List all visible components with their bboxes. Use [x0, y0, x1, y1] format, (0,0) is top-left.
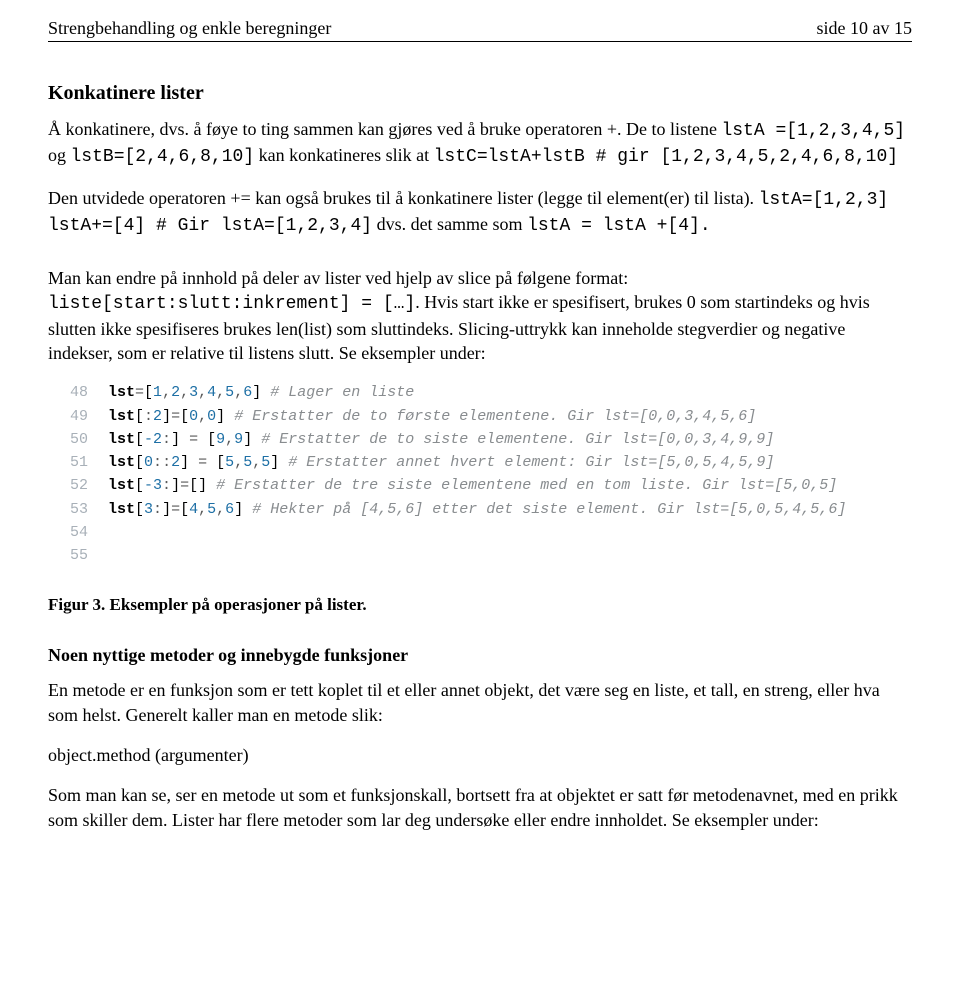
paragraph-3: Man kan endre på innhold på deler av lis…	[48, 266, 912, 365]
code-line: 52lst[-3:]=[] # Erstatter de tre siste e…	[48, 474, 912, 497]
text: kan konkatineres slik at	[254, 145, 433, 165]
code-line: 50lst[-2:] = [9,9] # Erstatter de to sis…	[48, 428, 912, 451]
line-number: 52	[48, 474, 108, 497]
code-line: 49lst[:2]=[0,0] # Erstatter de to første…	[48, 405, 912, 428]
text: og	[48, 145, 71, 165]
code-content: lst[0::2] = [5,5,5] # Erstatter annet hv…	[108, 451, 912, 474]
text: dvs. det samme som	[372, 214, 527, 234]
text: Man kan endre på innhold på deler av lis…	[48, 268, 628, 288]
code-inline: liste[start:slutt:inkrement] = […]	[48, 294, 415, 314]
code-line: 55	[48, 544, 912, 567]
paragraph-1: Å konkatinere, dvs. å føye to ting samme…	[48, 117, 912, 170]
code-inline: lstA = lstA +[4].	[527, 216, 711, 236]
code-inline: lstA =[1,2,3,4,5]	[721, 121, 905, 141]
paragraph-4: En metode er en funksjon som er tett kop…	[48, 678, 912, 727]
line-number: 54	[48, 521, 108, 544]
code-content: lst[-3:]=[] # Erstatter de tre siste ele…	[108, 474, 912, 497]
code-line: 53lst[3:]=[4,5,6] # Hekter på [4,5,6] et…	[48, 498, 912, 521]
line-number: 50	[48, 428, 108, 451]
code-content: lst[:2]=[0,0] # Erstatter de to første e…	[108, 405, 912, 428]
code-line: 51lst[0::2] = [5,5,5] # Erstatter annet …	[48, 451, 912, 474]
paragraph-6: Som man kan se, ser en metode ut som et …	[48, 783, 912, 832]
line-number: 48	[48, 381, 108, 404]
paragraph-5: object.method (argumenter)	[48, 743, 912, 767]
line-number: 53	[48, 498, 108, 521]
text: Å konkatinere, dvs. å føye to ting samme…	[48, 119, 721, 139]
header-page-number: side 10 av 15	[817, 18, 912, 39]
code-line: 54	[48, 521, 912, 544]
code-content: lst[3:]=[4,5,6] # Hekter på [4,5,6] ette…	[108, 498, 912, 521]
section-heading-concat: Konkatinere lister	[48, 82, 912, 105]
figure-caption: Figur 3. Eksempler på operasjoner på lis…	[48, 595, 912, 615]
document-page: Strengbehandling og enkle beregninger si…	[0, 0, 960, 878]
code-inline: lstC=lstA+lstB # gir [1,2,3,4,5,2,4,6,8,…	[434, 147, 898, 167]
code-content: lst[-2:] = [9,9] # Erstatter de to siste…	[108, 428, 912, 451]
line-number: 55	[48, 544, 108, 567]
header-title: Strengbehandling og enkle beregninger	[48, 18, 331, 39]
code-line: 48lst=[1,2,3,4,5,6] # Lager en liste	[48, 381, 912, 404]
paragraph-2: Den utvidede operatoren += kan også bruk…	[48, 186, 912, 239]
code-inline: lstB=[2,4,6,8,10]	[71, 147, 255, 167]
section-heading-methods: Noen nyttige metoder og innebygde funksj…	[48, 645, 912, 666]
code-content: lst=[1,2,3,4,5,6] # Lager en liste	[108, 381, 912, 404]
line-number: 51	[48, 451, 108, 474]
page-header: Strengbehandling og enkle beregninger si…	[48, 18, 912, 42]
line-number: 49	[48, 405, 108, 428]
code-example-figure: 48lst=[1,2,3,4,5,6] # Lager en liste49ls…	[48, 381, 912, 567]
text: Den utvidede operatoren += kan også bruk…	[48, 188, 759, 208]
